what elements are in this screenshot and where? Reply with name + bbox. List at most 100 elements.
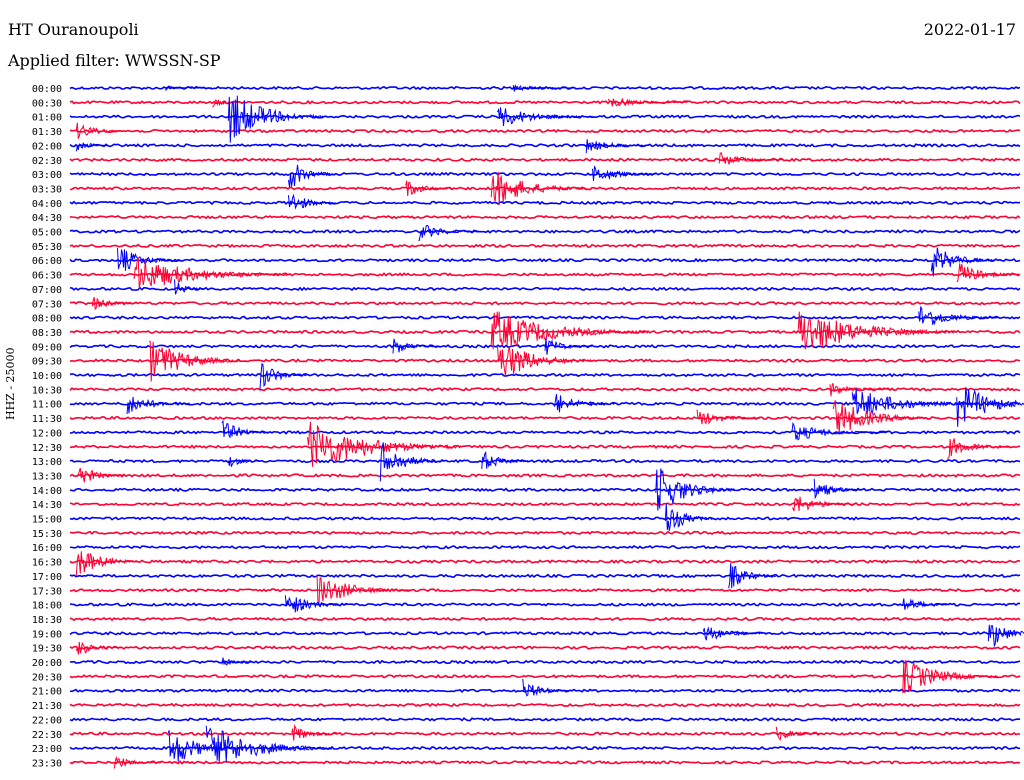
row-time-label: 00:30 <box>32 98 62 109</box>
row-time-label: 04:30 <box>32 213 62 224</box>
trace-row <box>69 329 1021 335</box>
trace-row <box>69 444 1021 450</box>
row-time-label: 13:00 <box>32 457 62 468</box>
helicorder-chart: 00:00 00:30 01:00 01:30 02:00 02:30 03:00 03:30… <box>32 84 1024 769</box>
trace-row <box>69 99 1021 105</box>
trace-row <box>69 473 1021 478</box>
seismic-event <box>288 164 336 188</box>
trace-row <box>69 659 1021 665</box>
trace-row <box>69 200 1021 206</box>
row-time-label: 14:30 <box>32 500 62 511</box>
seismic-event <box>696 409 761 425</box>
trace-row <box>69 630 1021 636</box>
seismic-event <box>490 171 587 205</box>
seismic-event <box>221 419 270 439</box>
seismic-event <box>75 142 108 152</box>
seismic-event <box>75 122 124 140</box>
trace-row <box>69 645 1021 650</box>
seismic-event <box>126 396 191 415</box>
row-time-label: 10:00 <box>32 371 62 382</box>
row-time-label: 16:00 <box>32 543 62 554</box>
trace-row <box>69 530 1021 536</box>
row-time-label: 21:30 <box>32 701 62 712</box>
row-time-label: 13:30 <box>32 471 62 482</box>
row-time-label: 21:00 <box>32 687 62 698</box>
row-time-label: 03:00 <box>32 170 62 181</box>
trace-row <box>69 760 1021 765</box>
row-time-label: 06:30 <box>32 271 62 282</box>
row-time-label: 06:00 <box>32 256 62 267</box>
trace-row <box>69 401 1021 406</box>
trace-row <box>69 602 1020 607</box>
row-time-label: 08:30 <box>32 328 62 339</box>
trace-row <box>69 229 1021 234</box>
row-time-label: 09:00 <box>32 342 62 353</box>
trace-row <box>69 616 1021 622</box>
row-time-label: 01:30 <box>32 127 62 138</box>
row-time-label: 11:00 <box>32 400 62 411</box>
seismic-event <box>284 595 349 613</box>
row-time-label: 07:30 <box>32 299 62 310</box>
trace-row <box>69 315 1021 320</box>
row-time-label: 17:30 <box>32 586 62 597</box>
trace-row <box>69 544 1021 550</box>
seismic-event <box>113 755 162 769</box>
trace-row <box>69 143 1021 148</box>
row-time-label: 10:30 <box>32 385 62 396</box>
trace-row <box>69 300 1021 306</box>
row-time-label: 14:00 <box>32 486 62 497</box>
row-time-label: 23:00 <box>32 744 62 755</box>
trace-row <box>69 415 1021 421</box>
row-time-label: 15:00 <box>32 515 62 526</box>
seismic-event <box>75 551 140 577</box>
trace-row <box>69 157 1021 163</box>
seismic-event <box>205 725 333 763</box>
trace-row <box>69 128 1021 134</box>
seismic-event <box>813 478 862 500</box>
row-time-label: 11:30 <box>32 414 62 425</box>
trace-row <box>69 372 1021 378</box>
trace-row <box>69 214 1021 220</box>
row-time-label: 08:00 <box>32 314 62 325</box>
row-time-label: 05:00 <box>32 228 62 239</box>
seismic-event <box>918 305 998 326</box>
trace-row <box>69 243 1021 249</box>
seismic-event <box>947 438 1011 459</box>
row-time-label: 17:00 <box>32 572 62 583</box>
row-time-label: 22:00 <box>32 715 62 726</box>
row-time-label: 15:30 <box>32 529 62 540</box>
row-time-label: 23:30 <box>32 758 62 769</box>
seismic-event <box>117 248 181 271</box>
trace-row <box>69 257 1021 263</box>
trace-row <box>69 731 1021 737</box>
seismic-event <box>956 387 1024 427</box>
seismic-event <box>522 678 570 697</box>
seismic-event <box>956 263 1020 282</box>
row-time-label: 07:00 <box>32 285 62 296</box>
seismic-event <box>259 362 308 390</box>
seismic-event <box>829 383 894 397</box>
row-time-label: 09:30 <box>32 357 62 368</box>
trace-row <box>69 573 1021 579</box>
row-time-label: 18:00 <box>32 601 62 612</box>
trace-row <box>69 673 1021 679</box>
row-time-label: 03:30 <box>32 184 62 195</box>
event-group <box>75 84 1024 769</box>
row-time-label: 04:00 <box>32 199 62 210</box>
row-time-label: 02:00 <box>32 141 62 152</box>
row-time-label: 22:30 <box>32 730 62 741</box>
trace-row <box>69 702 1021 708</box>
trace-row <box>69 171 1021 177</box>
row-time-label: 12:30 <box>32 443 62 454</box>
trace-row <box>69 717 1021 722</box>
row-time-label: 18:30 <box>32 615 62 626</box>
trace-row <box>69 587 1021 593</box>
row-time-label: 20:30 <box>32 672 62 683</box>
row-time-label: 05:30 <box>32 242 62 253</box>
trace-row <box>69 559 1021 564</box>
row-time-label: 20:00 <box>32 658 62 669</box>
trace-row <box>69 458 1021 464</box>
row-time-label: 02:30 <box>32 156 62 167</box>
trace-row <box>69 487 1021 493</box>
seismic-event <box>75 467 124 483</box>
